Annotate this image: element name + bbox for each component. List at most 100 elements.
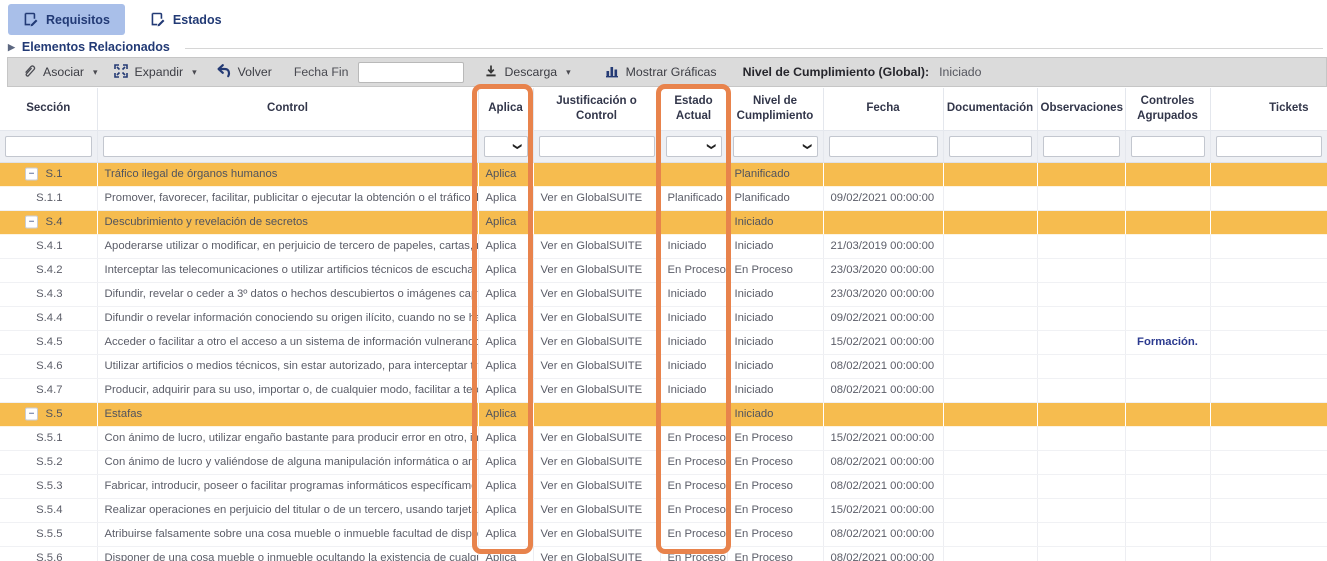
- related-elements-header[interactable]: ▶ Elementos Relacionados: [8, 40, 1327, 54]
- controles-agrupados-cell: [1125, 450, 1210, 474]
- documentacion-cell: [943, 330, 1037, 354]
- estado-actual-cell: [660, 162, 727, 186]
- group-row[interactable]: −S.4Descubrimiento y revelación de secre…: [0, 210, 1327, 234]
- column-header-estado_actual[interactable]: Estado Actual: [660, 88, 727, 130]
- filter-select-estado_actual[interactable]: ❯: [666, 136, 722, 157]
- asociar-button[interactable]: Asociar ▾: [22, 63, 98, 81]
- justificacion-cell: Ver en GlobalSUITE: [533, 450, 660, 474]
- filter-cell-nivel: ❯: [727, 130, 823, 162]
- tab-requisitos[interactable]: Requisitos: [8, 4, 125, 35]
- documentacion-cell: [943, 522, 1037, 546]
- column-header-documentacion[interactable]: Documentación: [943, 88, 1037, 130]
- justificacion-cell: Ver en GlobalSUITE: [533, 546, 660, 561]
- table-row[interactable]: S.5.3Fabricar, introducir, poseer o faci…: [0, 474, 1327, 498]
- column-header-seccion[interactable]: Sección: [0, 88, 97, 130]
- table-row[interactable]: S.5.2Con ánimo de lucro y valiéndose de …: [0, 450, 1327, 474]
- filter-input-control[interactable]: [103, 136, 473, 157]
- toolbar: Asociar ▾ Expandir ▾ V: [7, 57, 1327, 87]
- table-row[interactable]: S.4.3Difundir, revelar o ceder a 3º dato…: [0, 282, 1327, 306]
- table-row[interactable]: S.4.6Utilizar artificios o medios técnic…: [0, 354, 1327, 378]
- nivel-cell: En Proceso: [727, 258, 823, 282]
- column-header-nivel[interactable]: Nivel de Cumplimiento: [727, 88, 823, 130]
- table-row[interactable]: S.4.5Acceder o facilitar a otro el acces…: [0, 330, 1327, 354]
- documentacion-cell: [943, 234, 1037, 258]
- controles-agrupados-link[interactable]: Formación.: [1137, 336, 1198, 348]
- group-row[interactable]: −S.1Tráfico ilegal de órganos humanosApl…: [0, 162, 1327, 186]
- column-header-controles_agrupados[interactable]: Controles Agrupados: [1125, 88, 1210, 130]
- group-row[interactable]: −S.5EstafasAplicaIniciado: [0, 402, 1327, 426]
- chevron-down-icon: ❯: [706, 142, 717, 149]
- collapse-expander-icon[interactable]: −: [25, 168, 38, 181]
- filter-select-nivel[interactable]: ❯: [733, 136, 818, 157]
- expandir-button[interactable]: Expandir ▾: [114, 64, 197, 81]
- table-row[interactable]: S.5.6Disponer de una cosa mueble o inmue…: [0, 546, 1327, 561]
- documentacion-cell: [943, 162, 1037, 186]
- column-header-justificacion[interactable]: Justificación o Control: [533, 88, 660, 130]
- table-row[interactable]: S.5.4Realizar operaciones en perjuicio d…: [0, 498, 1327, 522]
- filter-input-controles_agrupados[interactable]: [1131, 136, 1205, 157]
- documentacion-cell: [943, 546, 1037, 561]
- control-cell: Atribuirse falsamente sobre una cosa mue…: [97, 522, 478, 546]
- tickets-cell: [1210, 258, 1327, 282]
- volver-button[interactable]: Volver: [215, 63, 272, 81]
- fecha-cell: 08/02/2021 00:00:00: [823, 474, 943, 498]
- aplica-cell: Aplica: [478, 162, 533, 186]
- controles-agrupados-cell: [1125, 306, 1210, 330]
- column-header-fecha[interactable]: Fecha: [823, 88, 943, 130]
- seccion-cell: −S.4: [0, 210, 97, 234]
- app-screen: Requisitos Estados ▶ Elementos Relaciona…: [0, 0, 1327, 561]
- column-header-observaciones[interactable]: Observaciones: [1037, 88, 1125, 130]
- column-header-control[interactable]: Control: [97, 88, 478, 130]
- filter-input-seccion[interactable]: [5, 136, 92, 157]
- filter-input-justificacion[interactable]: [539, 136, 655, 157]
- table-row[interactable]: S.5.1Con ánimo de lucro, utilizar engaño…: [0, 426, 1327, 450]
- controles-agrupados-cell: [1125, 282, 1210, 306]
- table-row[interactable]: S.4.7Producir, adquirir para su uso, imp…: [0, 378, 1327, 402]
- observaciones-cell: [1037, 306, 1125, 330]
- filter-select-aplica[interactable]: ❯: [484, 136, 528, 157]
- tickets-cell: [1210, 210, 1327, 234]
- table-row[interactable]: S.4.1Apoderarse utilizar o modificar, en…: [0, 234, 1327, 258]
- filter-input-tickets[interactable]: [1216, 136, 1322, 157]
- descarga-button[interactable]: Descarga ▾: [484, 64, 571, 81]
- filter-cell-justificacion: [533, 130, 660, 162]
- fecha-cell: 23/03/2020 00:00:00: [823, 258, 943, 282]
- table-row[interactable]: S.5.5Atribuirse falsamente sobre una cos…: [0, 522, 1327, 546]
- nivel-cell: Iniciado: [727, 378, 823, 402]
- controles-agrupados-cell: [1125, 186, 1210, 210]
- column-header-aplica[interactable]: Aplica: [478, 88, 533, 130]
- filter-input-fecha[interactable]: [829, 136, 938, 157]
- seccion-id: S.5.1: [36, 432, 62, 444]
- fecha-fin-input[interactable]: [358, 62, 464, 83]
- estado-actual-cell: En Proceso: [660, 498, 727, 522]
- tab-estados[interactable]: Estados: [135, 4, 237, 35]
- collapse-expander-icon[interactable]: −: [25, 408, 38, 421]
- estado-actual-cell: Iniciado: [660, 234, 727, 258]
- filter-input-observaciones[interactable]: [1043, 136, 1120, 157]
- control-cell: Realizar operaciones en perjuicio del ti…: [97, 498, 478, 522]
- table-row[interactable]: S.4.4Difundir o revelar información cono…: [0, 306, 1327, 330]
- mostrar-graficas-button[interactable]: Mostrar Gráficas: [605, 64, 717, 81]
- table-row[interactable]: S.1.1Promover, favorecer, facilitar, pub…: [0, 186, 1327, 210]
- collapse-expander-icon[interactable]: −: [25, 216, 38, 229]
- aplica-cell: Aplica: [478, 498, 533, 522]
- seccion-cell: S.5.2: [0, 450, 97, 474]
- seccion-cell: S.5.1: [0, 426, 97, 450]
- aplica-cell: Aplica: [478, 522, 533, 546]
- documentacion-cell: [943, 450, 1037, 474]
- related-elements-title: Elementos Relacionados: [22, 40, 170, 54]
- observaciones-cell: [1037, 282, 1125, 306]
- controles-agrupados-cell: Formación.: [1125, 330, 1210, 354]
- justificacion-cell: Ver en GlobalSUITE: [533, 354, 660, 378]
- observaciones-cell: [1037, 378, 1125, 402]
- caret-down-icon: ▾: [192, 67, 197, 78]
- control-cell: Apoderarse utilizar o modificar, en perj…: [97, 234, 478, 258]
- documentacion-cell: [943, 282, 1037, 306]
- column-header-tickets[interactable]: Tickets: [1210, 88, 1327, 130]
- filter-input-documentacion[interactable]: [949, 136, 1032, 157]
- control-cell: Difundir, revelar o ceder a 3º datos o h…: [97, 282, 478, 306]
- tickets-cell: [1210, 474, 1327, 498]
- documentacion-cell: [943, 426, 1037, 450]
- estado-actual-cell: [660, 210, 727, 234]
- table-row[interactable]: S.4.2Interceptar las telecomunicaciones …: [0, 258, 1327, 282]
